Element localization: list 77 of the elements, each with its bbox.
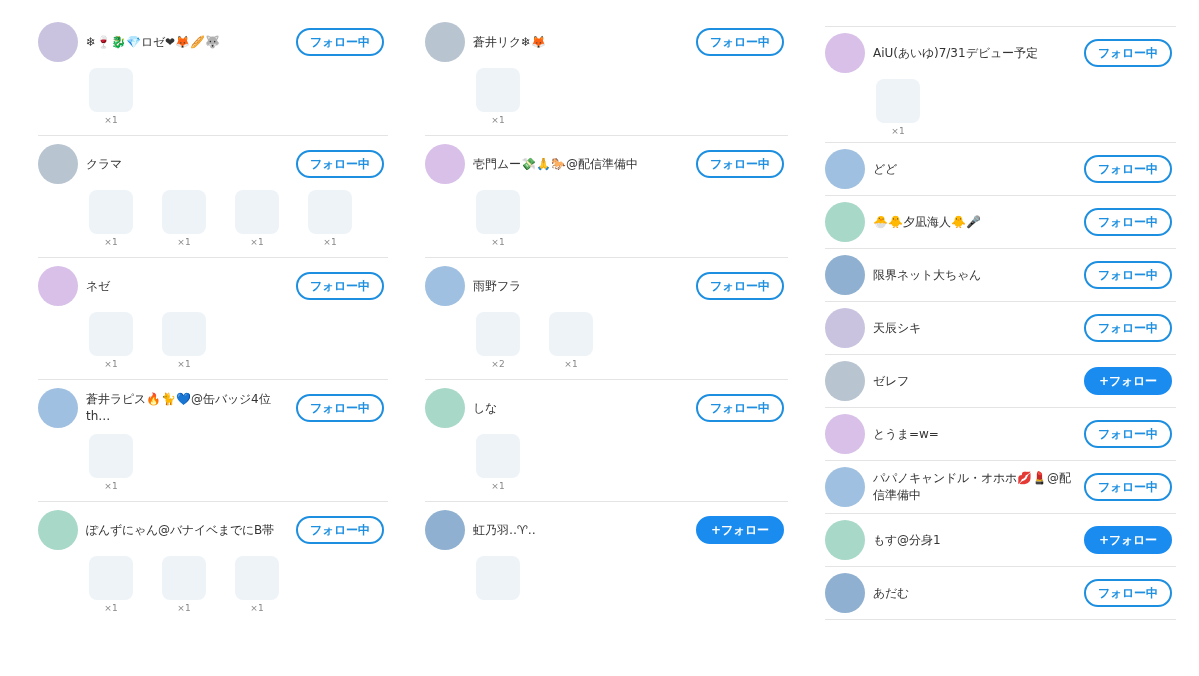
avatar[interactable] [825,573,865,613]
sticker-count: ×1 [104,237,118,247]
follow-button[interactable]: フォロー中 [696,28,784,56]
avatar[interactable] [825,361,865,401]
follow-button[interactable]: フォロー中 [696,150,784,178]
sticker-count: ×1 [104,481,118,491]
user-name: もす@分身1 [873,531,942,549]
follow-button[interactable]: フォロー中 [1084,579,1172,607]
follow-button[interactable]: フォロー中 [696,272,784,300]
follow-button[interactable]: フォロー中 [296,394,384,422]
avatar[interactable] [38,388,78,428]
follow-button[interactable]: フォロー中 [1084,261,1172,289]
user-name: とうま=w= [873,425,940,443]
avatar[interactable] [425,144,465,184]
user-name: クラマ [86,155,123,173]
user-name: あだむ [873,584,910,602]
user-name: 限界ネット大ちゃん [873,266,982,284]
sticker-count: ×1 [250,603,264,613]
user-name: AiU(あいゆ)7/31デビュー予定 [873,44,1039,62]
avatar[interactable] [825,467,865,507]
user-name: しな [473,399,498,417]
user-name: ネゼ [86,277,111,295]
sticker-count: ×1 [564,359,578,369]
follow-button[interactable]: フォロー中 [296,28,384,56]
follow-button[interactable]: フォロー中 [696,394,784,422]
follow-button[interactable]: +フォロー [1084,367,1172,395]
follow-button[interactable]: フォロー中 [1084,208,1172,236]
user-name: 虹乃羽‥♈‥ [473,521,537,539]
user-name: 🐣🐥夕凪海人🐥🎤 [873,213,982,231]
avatar[interactable] [425,510,465,550]
follow-button[interactable]: フォロー中 [1084,473,1172,501]
user-name: 雨野フラ [473,277,522,295]
follow-button[interactable]: +フォロー [696,516,784,544]
avatar[interactable] [425,266,465,306]
follow-button[interactable]: フォロー中 [296,516,384,544]
sticker-count: ×1 [491,237,505,247]
avatar[interactable] [38,510,78,550]
sticker-count: ×1 [891,126,905,136]
sticker-count: ×1 [250,237,264,247]
avatar[interactable] [38,22,78,62]
sticker-count: ×1 [323,237,337,247]
sticker-count: ×1 [104,115,118,125]
user-name: ゼレフ [873,372,910,390]
avatar[interactable] [825,414,865,454]
user-name: 壱門ムー💸🙏🐎@配信準備中 [473,155,639,173]
avatar[interactable] [825,255,865,295]
user-name: どど [873,160,898,178]
user-name: 蒼井リク❄🦊 [473,33,548,51]
sticker-count: ×1 [104,359,118,369]
avatar[interactable] [825,202,865,242]
user-name: パパノキャンドル・オホホ💋💄@配信準備中 [873,470,1072,504]
avatar[interactable] [425,388,465,428]
avatar[interactable] [38,144,78,184]
follow-button[interactable]: フォロー中 [1084,420,1172,448]
sticker-count: ×1 [104,603,118,613]
user-name: 蒼井ラピス🔥🐈💙@缶バッジ4位th… [86,391,272,425]
sticker-count: ×1 [491,481,505,491]
follow-button[interactable]: フォロー中 [296,150,384,178]
avatar[interactable] [825,520,865,560]
avatar[interactable] [38,266,78,306]
follow-button[interactable]: フォロー中 [1084,39,1172,67]
avatar[interactable] [425,22,465,62]
avatar[interactable] [825,308,865,348]
avatar[interactable] [825,149,865,189]
follow-button[interactable]: フォロー中 [1084,314,1172,342]
follow-button[interactable]: +フォロー [1084,526,1172,554]
sticker-count: ×2 [491,359,505,369]
sticker-count: ×1 [177,359,191,369]
user-name: ぽんずにゃん@バナイベまでにB帯 [86,521,276,539]
sticker-count: ×1 [177,603,191,613]
avatar[interactable] [825,33,865,73]
follow-button[interactable]: フォロー中 [296,272,384,300]
user-name: ❄🍷🐉💎ロゼ❤🦊🥖🐺 [86,33,222,51]
follow-button[interactable]: フォロー中 [1084,155,1172,183]
user-name: 天辰シキ [873,319,922,337]
sticker-count: ×1 [491,115,505,125]
sticker-count: ×1 [177,237,191,247]
